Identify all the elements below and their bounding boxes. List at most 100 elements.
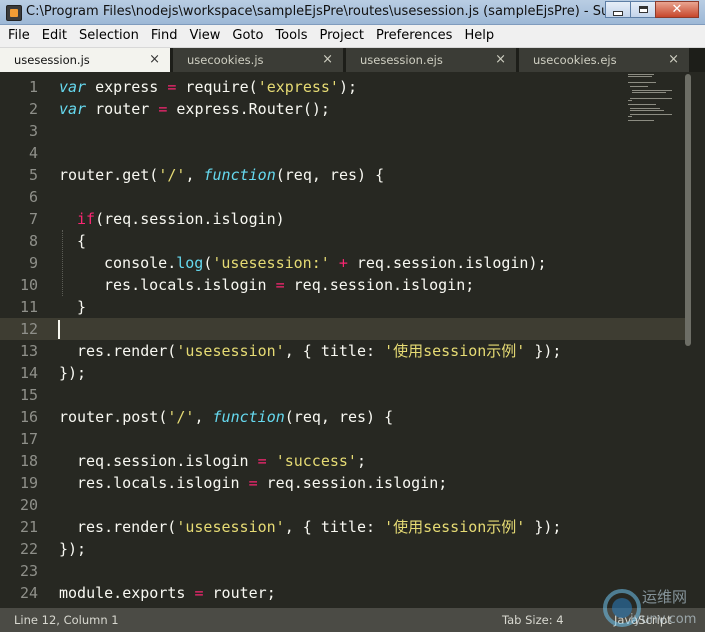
token-keyword: var bbox=[59, 78, 87, 96]
token-text: res.render( bbox=[77, 518, 177, 536]
token-text: }); bbox=[59, 540, 87, 558]
line-number-gutter: 1 2 3 4 5 6 7 8 9 10 11 12 13 14 15 16 1… bbox=[0, 72, 48, 608]
tab-label: usesession.js bbox=[14, 53, 90, 67]
token-text: res.render( bbox=[77, 342, 177, 360]
token-string: 'usesession:' bbox=[212, 254, 330, 272]
token-text: require( bbox=[176, 78, 258, 96]
line-number: 5 bbox=[28, 166, 38, 184]
minimap-line bbox=[628, 74, 654, 75]
menu-project[interactable]: Project bbox=[313, 25, 369, 47]
minimap-line bbox=[632, 90, 672, 91]
minimap[interactable] bbox=[626, 72, 682, 128]
vertical-scrollbar[interactable] bbox=[683, 72, 693, 608]
minimap-line bbox=[632, 92, 666, 93]
tab-usecookies-ejs[interactable]: usecookies.ejs × bbox=[519, 48, 689, 72]
menu-find[interactable]: Find bbox=[145, 25, 184, 47]
token-text: } bbox=[77, 298, 87, 316]
tab-label: usesession.ejs bbox=[360, 53, 443, 67]
token-operator: = bbox=[248, 474, 258, 492]
tab-label: usecookies.js bbox=[187, 53, 264, 67]
token-method: log bbox=[176, 254, 204, 272]
token-string: '使用session示例' bbox=[384, 342, 526, 360]
code-line-2: var router = express.Router(); bbox=[59, 98, 330, 120]
token-text: }); bbox=[525, 342, 562, 360]
line-number: 18 bbox=[19, 452, 38, 470]
token-string: '/' bbox=[158, 166, 186, 184]
code-editor[interactable]: 1 2 3 4 5 6 7 8 9 10 11 12 13 14 15 16 1… bbox=[0, 72, 705, 608]
code-line-18: req.session.islogin = 'success'; bbox=[77, 450, 366, 472]
menu-help[interactable]: Help bbox=[458, 25, 500, 47]
tab-close-icon[interactable]: × bbox=[668, 52, 679, 67]
line-number: 3 bbox=[28, 122, 38, 140]
token-operator: = bbox=[275, 276, 285, 294]
menu-preferences[interactable]: Preferences bbox=[370, 25, 458, 47]
token-text: (req, res) { bbox=[275, 166, 385, 184]
line-number: 19 bbox=[19, 474, 38, 492]
token-text: express bbox=[86, 78, 168, 96]
token-text: }); bbox=[525, 518, 562, 536]
menu-selection[interactable]: Selection bbox=[73, 25, 145, 47]
token-keyword: function bbox=[212, 408, 285, 426]
menu-goto[interactable]: Goto bbox=[226, 25, 269, 47]
syntax-selector[interactable]: JavaScript bbox=[614, 613, 672, 627]
code-line-7: if(req.session.islogin) bbox=[77, 208, 285, 230]
sublime-text-window: C:\Program Files\nodejs\workspace\sample… bbox=[0, 0, 705, 632]
token-text: res.locals.islogin bbox=[104, 276, 276, 294]
token-text: , bbox=[185, 166, 204, 184]
line-number: 21 bbox=[19, 518, 38, 536]
line-number: 1 bbox=[28, 78, 38, 96]
status-bar: Line 12, Column 1 Tab Size: 4 JavaScript bbox=[0, 608, 705, 632]
tab-close-icon[interactable]: × bbox=[322, 52, 333, 67]
menu-file[interactable]: File bbox=[0, 25, 36, 47]
code-line-16: router.post('/', function(req, res) { bbox=[59, 406, 393, 428]
token-text: { bbox=[77, 232, 87, 250]
token-text: console. bbox=[104, 254, 177, 272]
tab-size-selector[interactable]: Tab Size: 4 bbox=[502, 613, 564, 627]
tab-usecookies-js[interactable]: usecookies.js × bbox=[173, 48, 343, 72]
tab-close-icon[interactable]: × bbox=[495, 52, 506, 67]
token-operator: = bbox=[257, 452, 267, 470]
minimize-button[interactable] bbox=[605, 1, 631, 18]
code-line-13: res.render('usesession', { title: '使用ses… bbox=[77, 340, 561, 362]
tab-bar: usesession.js × usecookies.js × usesessi… bbox=[0, 48, 705, 72]
menu-tools[interactable]: Tools bbox=[269, 25, 313, 47]
line-number: 4 bbox=[28, 144, 38, 162]
minimap-line bbox=[630, 86, 648, 87]
minimize-icon bbox=[613, 10, 623, 16]
minimap-line bbox=[630, 98, 672, 99]
code-line-24: module.exports = router; bbox=[59, 582, 276, 604]
menu-edit[interactable]: Edit bbox=[36, 25, 73, 47]
token-text: req.session.islogin; bbox=[257, 474, 448, 492]
token-text: ; bbox=[356, 452, 366, 470]
close-window-button[interactable]: ✕ bbox=[655, 1, 699, 18]
menu-view[interactable]: View bbox=[184, 25, 227, 47]
code-area[interactable]: var express = require('express'); var ro… bbox=[59, 72, 619, 608]
line-number: 12 bbox=[19, 320, 38, 338]
minimap-line bbox=[628, 104, 656, 105]
token-text: req.session.islogin; bbox=[284, 276, 475, 294]
maximize-button[interactable] bbox=[630, 1, 656, 18]
minimap-line bbox=[628, 76, 652, 77]
tab-usesession-js[interactable]: usesession.js × bbox=[0, 48, 170, 72]
token-text: req.session.islogin); bbox=[347, 254, 547, 272]
token-text: ); bbox=[338, 78, 358, 96]
sublime-app-icon bbox=[6, 5, 22, 21]
token-text: router.get( bbox=[59, 166, 159, 184]
code-line-5: router.get('/', function(req, res) { bbox=[59, 164, 384, 186]
code-line-8: { bbox=[77, 230, 86, 252]
line-number: 6 bbox=[28, 188, 38, 206]
token-text: , { title: bbox=[284, 518, 385, 536]
token-string: '/' bbox=[167, 408, 195, 426]
close-icon: ✕ bbox=[671, 2, 683, 17]
token-text: module.exports bbox=[59, 584, 195, 602]
tab-usesession-ejs[interactable]: usesession.ejs × bbox=[346, 48, 516, 72]
token-keyword: var bbox=[59, 100, 87, 118]
scrollbar-thumb[interactable] bbox=[685, 74, 691, 346]
code-line-9: console.log('usesession:' + req.session.… bbox=[104, 252, 547, 274]
menu-bar: File Edit Selection Find View Goto Tools… bbox=[0, 25, 705, 48]
tab-label: usecookies.ejs bbox=[533, 53, 617, 67]
tab-close-icon[interactable]: × bbox=[149, 52, 160, 67]
token-string: 'usesession' bbox=[176, 342, 285, 360]
title-bar[interactable]: C:\Program Files\nodejs\workspace\sample… bbox=[0, 0, 705, 25]
